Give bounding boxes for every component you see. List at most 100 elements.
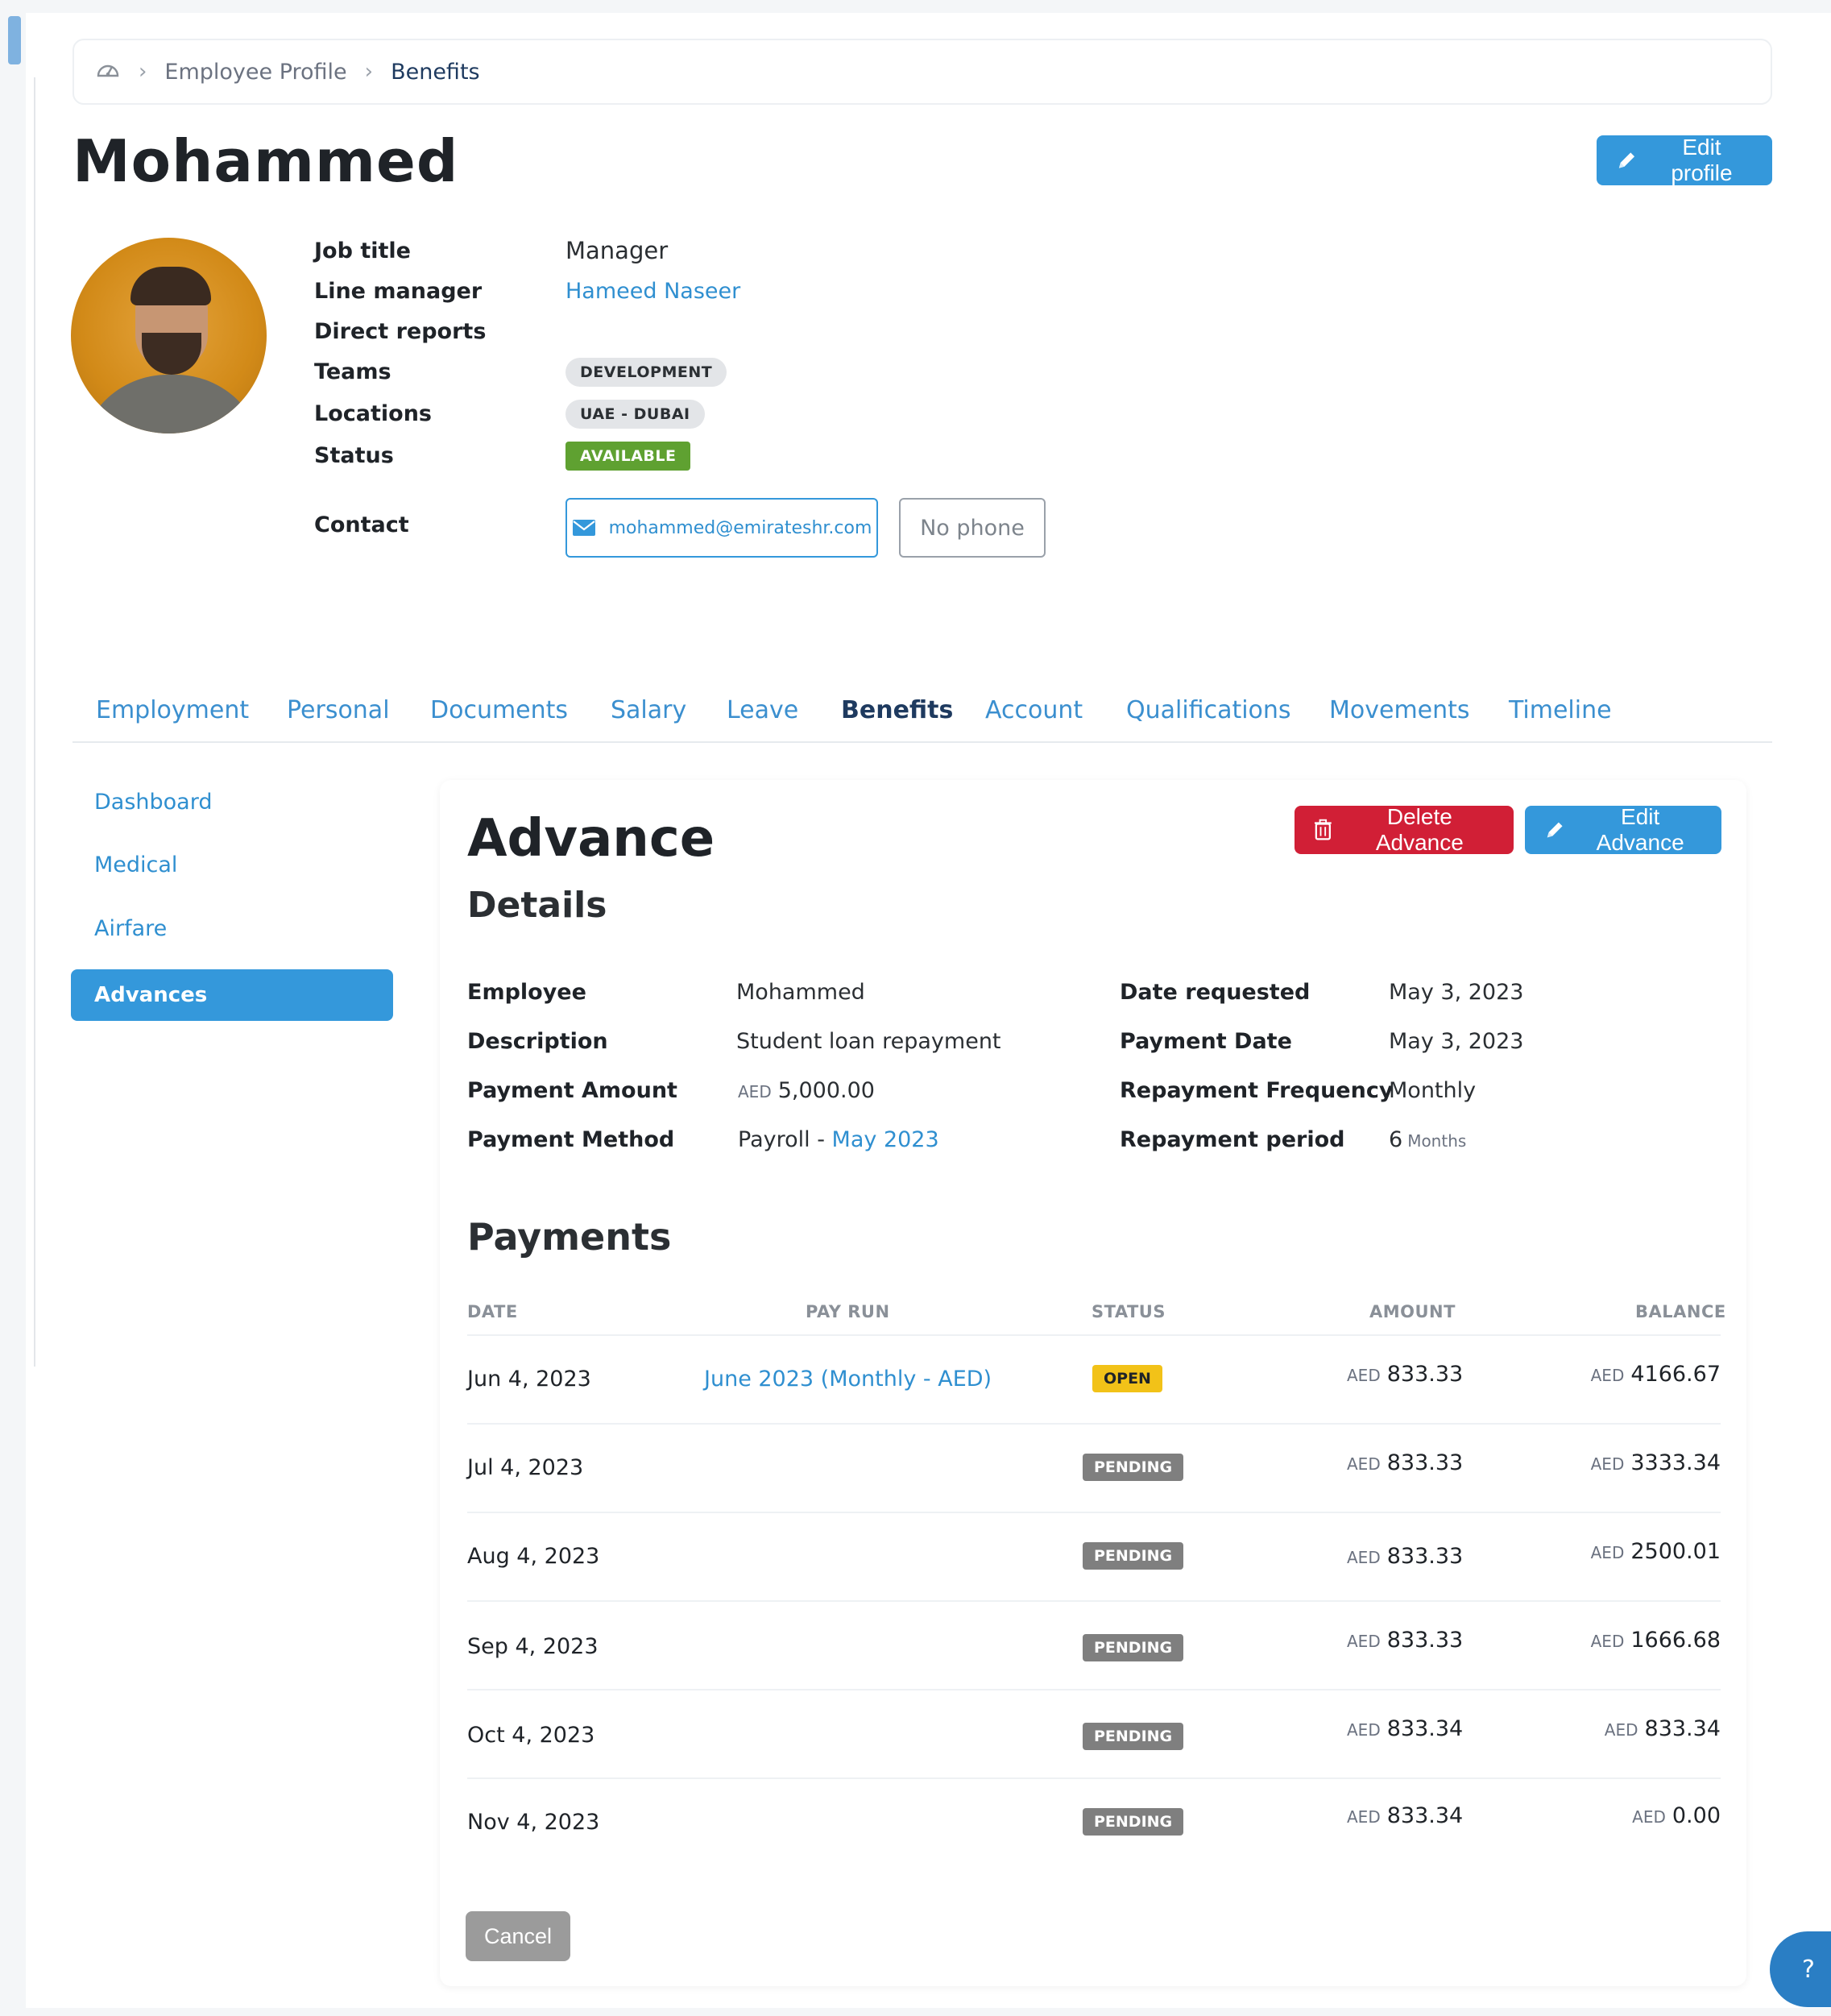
tab-leave[interactable]: Leave [727, 696, 798, 724]
scroll-indicator[interactable] [8, 16, 21, 64]
locations-label: Locations [314, 401, 432, 426]
row-date: Oct 4, 2023 [467, 1723, 595, 1748]
status-badge: PENDING [1083, 1808, 1184, 1836]
tab-personal[interactable]: Personal [287, 696, 390, 724]
advance-card: Advance Details Delete Advance Edit Adva… [440, 780, 1746, 1986]
phone-text: No phone [920, 515, 1025, 541]
row-date: Sep 4, 2023 [467, 1634, 599, 1659]
row-balance: AED 3333.34 [1590, 1450, 1721, 1475]
column-header-amount: AMOUNT [1369, 1302, 1456, 1321]
column-header-pay-run: PAY RUN [806, 1302, 890, 1321]
left-rule [34, 77, 35, 1367]
tab-movements[interactable]: Movements [1329, 696, 1470, 724]
repayment-period: 6 [1389, 1127, 1403, 1152]
breadcrumb-employee-profile[interactable]: Employee Profile [164, 60, 346, 85]
date-requested-value: May 3, 2023 [1389, 980, 1524, 1005]
row-date: Jun 4, 2023 [467, 1367, 591, 1392]
row-pay-run-link[interactable]: June 2023 (Monthly - AED) [704, 1367, 992, 1392]
breadcrumb-benefits: Benefits [391, 59, 480, 85]
edit-advance-button[interactable]: Edit Advance [1525, 804, 1721, 855]
edit-profile-button[interactable]: Edit profile [1597, 135, 1772, 185]
job-title-label: Job title [314, 239, 411, 263]
side-item-medical[interactable]: Medical [94, 852, 177, 877]
chevron-right-icon: › [139, 60, 147, 84]
row-amount: AED 833.33 [1347, 1544, 1464, 1569]
job-title-value: Manager [565, 237, 669, 264]
row-amount: AED 833.34 [1347, 1716, 1464, 1741]
repayment-period-unit: Months [1407, 1131, 1467, 1151]
table-row: Oct 4, 2023 PENDING AED 833.34 AED 833.34 [467, 1689, 1721, 1777]
payment-amount: 5,000.00 [777, 1078, 875, 1103]
tab-account[interactable]: Account [985, 696, 1083, 724]
payment-amount-value: AED 5,000.00 [738, 1078, 875, 1103]
row-balance: AED 1666.68 [1590, 1628, 1721, 1653]
table-row: Jul 4, 2023 PENDING AED 833.33 AED 3333.34 [467, 1423, 1721, 1512]
side-item-airfare[interactable]: Airfare [94, 916, 167, 941]
payroll-month-link[interactable]: May 2023 [832, 1127, 939, 1152]
status-badge: AVAILABLE [565, 442, 691, 471]
trash-icon [1314, 819, 1332, 840]
row-balance: AED 0.00 [1632, 1803, 1721, 1828]
side-item-advances[interactable]: Advances [71, 969, 393, 1021]
row-balance: AED 4166.67 [1590, 1362, 1721, 1387]
row-amount: AED 833.33 [1347, 1628, 1464, 1653]
advance-title: Advance [467, 809, 715, 869]
description-value: Student loan repayment [736, 1029, 1001, 1054]
status-badge: PENDING [1083, 1634, 1184, 1661]
repayment-frequency-value: Monthly [1389, 1078, 1477, 1103]
page-title: Mohammed [72, 127, 459, 195]
email-button[interactable]: mohammed@emirateshr.com [565, 498, 878, 558]
tab-salary[interactable]: Salary [611, 696, 686, 724]
repayment-period-label: Repayment period [1120, 1127, 1345, 1152]
phone-button[interactable]: No phone [899, 498, 1046, 558]
payment-method-label: Payment Method [467, 1127, 675, 1152]
payment-method: Payroll - [738, 1127, 825, 1152]
status-badge: PENDING [1083, 1542, 1184, 1570]
row-date: Nov 4, 2023 [467, 1810, 600, 1835]
payment-date-label: Payment Date [1120, 1029, 1292, 1054]
description-label: Description [467, 1029, 608, 1054]
repayment-frequency-label: Repayment Frequency [1120, 1078, 1394, 1103]
chevron-right-icon: › [364, 60, 374, 84]
tab-benefits[interactable]: Benefits [841, 696, 953, 724]
payment-amount-label: Payment Amount [467, 1078, 677, 1103]
table-row: Sep 4, 2023 PENDING AED 833.33 AED 1666.68 [467, 1600, 1721, 1689]
tab-timeline[interactable]: Timeline [1509, 696, 1612, 724]
envelope-icon [572, 520, 595, 536]
side-item-dashboard[interactable]: Dashboard [94, 790, 212, 815]
column-header-date: DATE [467, 1302, 518, 1321]
repayment-period-value: 6 Months [1389, 1127, 1466, 1152]
cancel-button[interactable]: Cancel [466, 1911, 570, 1961]
row-balance: AED 2500.01 [1590, 1539, 1721, 1564]
tab-documents[interactable]: Documents [430, 696, 568, 724]
direct-reports-label: Direct reports [314, 319, 487, 344]
line-manager-label: Line manager [314, 279, 483, 304]
status-badge: OPEN [1092, 1365, 1162, 1392]
location-badge: UAE - DUBAI [565, 400, 705, 429]
payment-method-value: Payroll - May 2023 [738, 1127, 939, 1152]
delete-advance-label: Delete Advance [1375, 804, 1464, 855]
payment-date-value: May 3, 2023 [1389, 1029, 1524, 1054]
employee-value: Mohammed [736, 980, 865, 1005]
tab-qualifications[interactable]: Qualifications [1126, 696, 1291, 724]
payments-heading: Payments [467, 1215, 672, 1259]
row-amount: AED 833.33 [1347, 1362, 1464, 1387]
dashboard-gauge-icon[interactable] [95, 58, 121, 86]
avatar [71, 238, 267, 433]
status-badge: PENDING [1083, 1454, 1184, 1481]
contact-label: Contact [314, 512, 409, 537]
row-amount: AED 833.34 [1347, 1803, 1464, 1828]
status-badge: PENDING [1083, 1723, 1184, 1750]
pencil-icon [1618, 152, 1635, 168]
tab-employment[interactable]: Employment [96, 696, 249, 724]
column-header-balance: BALANCE [1635, 1302, 1726, 1321]
teams-label: Teams [314, 359, 391, 384]
row-date: Jul 4, 2023 [467, 1455, 584, 1480]
date-requested-label: Date requested [1120, 980, 1311, 1005]
status-label: Status [314, 443, 394, 468]
table-row: Aug 4, 2023 PENDING AED 833.33 AED 2500.01 [467, 1512, 1721, 1600]
pencil-icon [1547, 822, 1563, 838]
delete-advance-button[interactable]: Delete Advance [1295, 804, 1514, 855]
line-manager-link[interactable]: Hameed Naseer [565, 279, 740, 304]
help-icon: ? [1802, 1955, 1815, 1984]
